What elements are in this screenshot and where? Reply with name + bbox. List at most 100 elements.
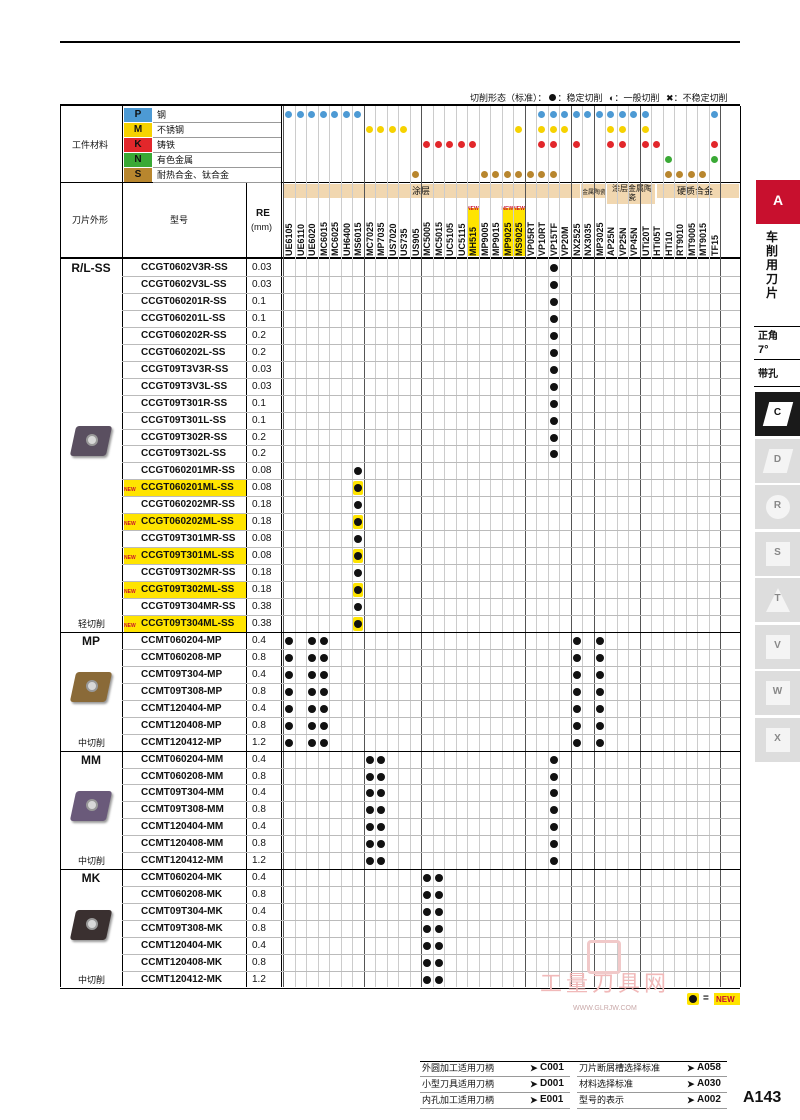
rule-line <box>122 682 740 684</box>
material-dot <box>710 156 718 163</box>
stable-cut-dot <box>377 772 385 781</box>
unstable-icon: ✖ <box>666 93 674 103</box>
reference-label: 内孔加工适用刀柄 <box>422 1095 495 1105</box>
rule-line <box>122 326 740 328</box>
material-code-S: S <box>134 169 142 180</box>
stable-cut-dot <box>308 687 316 696</box>
new-tag: NEW <box>124 521 136 528</box>
grade-us7020: US7020 <box>387 223 398 256</box>
stable-cut-dot <box>572 721 581 730</box>
stable-cut-dot <box>365 840 374 849</box>
grade-mc6015: MC6015 <box>318 221 329 256</box>
model-ccgt060202ml-ss: CCGT060202ML-SS <box>141 516 234 528</box>
stable-cut-dot <box>285 721 293 730</box>
rule-line <box>122 309 740 311</box>
model-ccmt09t308-mk: CCMT09T308-MK <box>141 923 223 935</box>
legend-new-dot <box>689 995 697 1003</box>
grade-uti20t: UTi20T <box>640 226 651 256</box>
reference-label: 材料选择标准 <box>579 1079 634 1089</box>
model-ccgt09t302l-ss: CCGT09T302L-SS <box>141 448 227 460</box>
stable-cut-dot <box>319 687 328 696</box>
material-dot <box>515 126 522 133</box>
stable-cut-dot <box>285 687 293 696</box>
rule-line <box>122 784 740 786</box>
re-value: 0.2 <box>252 431 266 443</box>
rule-line <box>60 257 740 259</box>
rule-line <box>122 733 740 735</box>
rule-line <box>60 41 740 43</box>
grade-mh515: MH515 <box>468 226 478 256</box>
rule-line <box>122 920 740 922</box>
stable-cut-dot <box>595 704 604 713</box>
reference-arrow-icon: ➤ <box>687 1079 695 1089</box>
material-dot <box>630 111 637 118</box>
insert-hole <box>86 917 98 930</box>
stable-cut-dot <box>549 840 558 849</box>
rule-line <box>153 137 281 138</box>
section-r-l-ss: R/L-SS <box>71 261 111 275</box>
stable-cut-dot <box>308 738 316 747</box>
reference-arrow-icon: ➤ <box>530 1095 538 1105</box>
stable-cut-dot <box>595 636 604 645</box>
section-title: 车削用刀片 <box>766 230 779 300</box>
rule-line <box>122 530 740 532</box>
material-dot <box>561 111 568 118</box>
hole-label: 带孔 <box>758 369 778 380</box>
re-value: 0.08 <box>252 533 272 545</box>
rule-line <box>754 326 800 327</box>
material-dot <box>607 126 614 133</box>
section-mp: MP <box>82 633 100 648</box>
stable-cut-dot <box>549 433 558 442</box>
model-ccgt060201l-ss: CCGT060201L-SS <box>141 312 226 324</box>
model-ccgt0602v3r-ss: CCGT0602V3R-SS <box>141 262 228 273</box>
grade-ue6110: UE6110 <box>295 223 306 256</box>
stable-cut-dot <box>572 687 581 696</box>
re-value: 0.4 <box>252 906 266 918</box>
stable-cut-dot <box>365 789 374 798</box>
stable-cut-dot <box>377 857 385 866</box>
material-dot <box>618 126 626 133</box>
material-dot <box>549 111 557 118</box>
new-tag: NEW <box>124 555 136 562</box>
rule-line <box>122 445 740 447</box>
rule-line <box>122 767 740 769</box>
rule-line <box>122 106 123 986</box>
model-label: 型号 <box>170 215 189 225</box>
tab-a: A <box>772 192 784 208</box>
section-sub: 中切削 <box>78 974 106 985</box>
stable-cut-dot <box>549 857 558 866</box>
grade-ms6015: MS6015 <box>353 222 363 256</box>
re-value: 0.8 <box>252 838 266 850</box>
grade-ue6105: UE6105 <box>284 223 294 256</box>
re-value: 0.03 <box>252 380 272 392</box>
stable-cut-dot <box>572 738 581 747</box>
grade-mc5005: MC5005 <box>422 221 432 256</box>
rule-line <box>577 1092 727 1093</box>
grade-mp9005: MP9005 <box>479 222 490 256</box>
stable-cut-dot <box>549 264 558 272</box>
angle-degree: 7° <box>758 344 769 356</box>
stable-cut-dot <box>285 670 293 679</box>
model-ccgt060202mr-ss: CCGT060202MR-SS <box>141 499 235 511</box>
material-dot <box>549 171 557 178</box>
grade-mp9025: MP9025 <box>502 222 513 256</box>
grade-tf15: TF15 <box>709 234 720 256</box>
model-ccmt120408-mk: CCMT120408-MK <box>141 956 223 968</box>
re-value: 0.38 <box>252 601 272 612</box>
material-code-K: K <box>134 139 142 150</box>
re-value: 0.18 <box>252 584 272 596</box>
material-dot <box>710 111 718 118</box>
rule-line <box>420 1061 727 1062</box>
material-dot <box>710 141 718 148</box>
grade-mc5015: MC5015 <box>433 221 444 256</box>
stable-cut-dot <box>308 721 316 730</box>
model-ccgt09t302mr-ss: CCGT09T302MR-SS <box>141 567 236 579</box>
reference-arrow-icon: ➤ <box>530 1079 538 1089</box>
stable-cut-dot <box>572 670 581 679</box>
rule-line <box>60 631 740 633</box>
material-dot <box>469 141 476 148</box>
angle-label: 正角 <box>758 331 778 342</box>
stable-cut-dot <box>434 891 443 900</box>
re-value: 0.08 <box>252 482 272 494</box>
material-dot <box>296 111 304 118</box>
